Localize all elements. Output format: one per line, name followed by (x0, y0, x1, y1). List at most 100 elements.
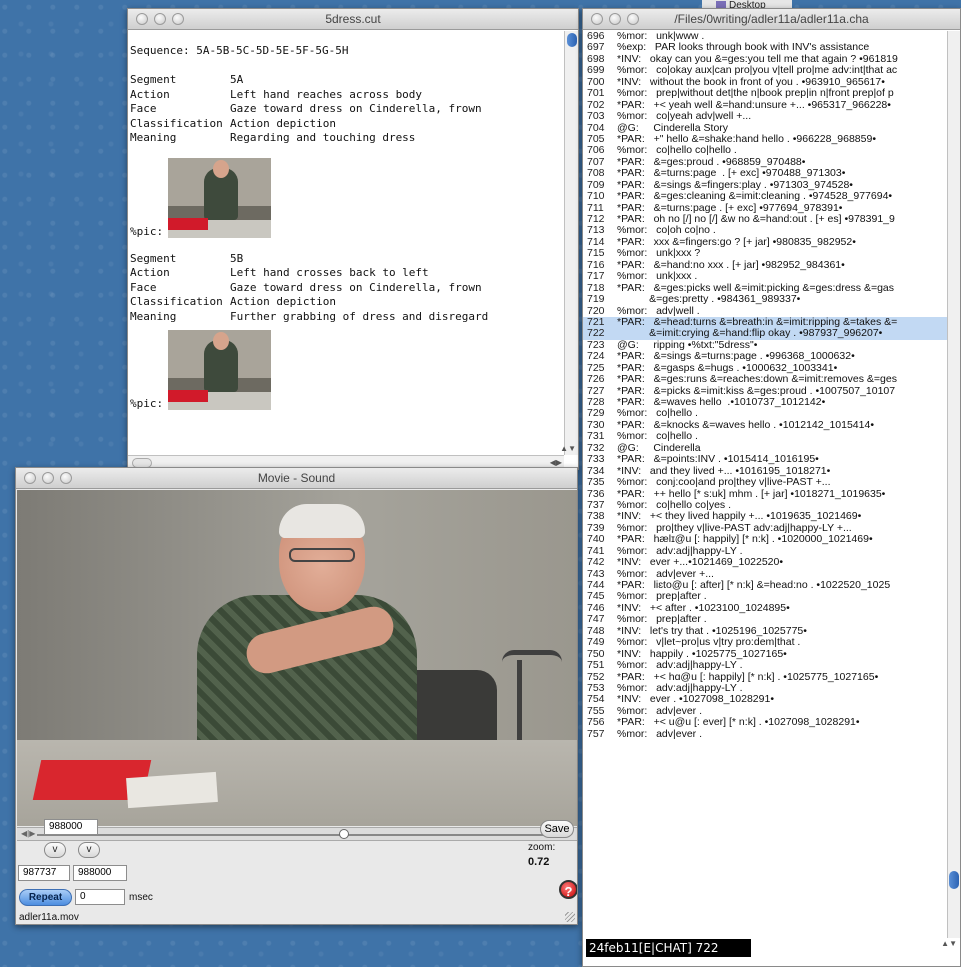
pic-label: %pic: (130, 397, 164, 410)
scroll-down-icon[interactable]: ▲▼ (941, 939, 957, 948)
scroll-arrows-icon[interactable]: ▲▼ (560, 444, 576, 453)
video-frame[interactable] (17, 490, 577, 826)
action-row: Action Left hand reaches across body (130, 87, 423, 101)
video-thumbnail[interactable] (168, 157, 271, 238)
transcript-line[interactable]: 742 *INV: ever +...•1021469_1022520• (583, 556, 947, 569)
step-left-button[interactable]: v (44, 842, 66, 858)
help-icon[interactable]: ? (559, 880, 577, 899)
line-text: *PAR: &=ges:runs &=reaches:down &=imit:r… (617, 373, 897, 386)
current-time-field[interactable]: 988000 (44, 819, 98, 835)
action-row: Action Left hand crosses back to left (130, 266, 429, 279)
face-row: Face Gaze toward dress on Cinderella, fro… (130, 102, 482, 115)
transcript-line[interactable]: 733 *PAR: &=points:INV . •1015414_1016195… (583, 453, 947, 466)
line-number: 751 (587, 659, 605, 672)
scroll-arrows-icon[interactable]: ◀▶ (550, 458, 562, 467)
line-text: *PAR: +< u@u [: ever] [* n:k] . •1027098… (617, 716, 860, 729)
classification-row: Classification Action depiction (130, 116, 336, 130)
transcript-line[interactable]: 719 &=ges:pretty . •984361_989337• (583, 293, 947, 306)
transcript-text-area[interactable]: 696 %mor: unk|www . 697 %exp: PAR looks thr… (583, 31, 947, 938)
line-text: *PAR: &=sings &=turns:page . •996368_100… (617, 350, 855, 363)
line-text: *PAR: &=points:INV . •1015414_1016195• (617, 453, 819, 466)
seek-knob[interactable] (339, 829, 349, 839)
line-number: 710 (587, 190, 605, 203)
line-text: &=ges:pretty . •984361_989337• (617, 293, 801, 306)
window-titlebar[interactable]: /Files/0writing/adler11a/adler11a.cha (583, 9, 960, 30)
end-time-field[interactable]: 988000 (73, 865, 127, 881)
line-text: %mor: conj:coo|and pro|they v|live-PAST … (617, 476, 831, 489)
movie-window: Movie - Sound ◀|▶ ◀|▶ 988000 v v 987737 … (15, 467, 578, 925)
line-text: %mor: adv:adj|happy-LY . (617, 659, 743, 672)
line-text: *PAR: hælɪ@u [: happily] [* n:k] . •1020… (617, 533, 873, 546)
transcript-line[interactable]: 703 %mor: co|yeah adv|well +... (583, 110, 947, 123)
cut-text-area[interactable]: Sequence: 5A-5B-5C-5D-5E-5F-5G-5H Segmen… (128, 31, 564, 455)
window-titlebar[interactable]: Movie - Sound (16, 468, 577, 489)
status-bar: 24feb11[E|CHAT] 722 (586, 939, 751, 957)
transcript-line[interactable]: 710 *PAR: &=ges:cleaning &=imit:cleaning … (583, 190, 947, 203)
transcript-line[interactable]: 751 %mor: adv:adj|happy-LY . (583, 659, 947, 672)
close-button[interactable] (24, 472, 36, 484)
transcript-line[interactable]: 757 %mor: adv|ever . (583, 727, 947, 740)
meaning-row: Meaning Further grabbing of dress and dis… (130, 309, 489, 323)
line-number: 726 (587, 373, 605, 386)
window-title: 5dress.cut (325, 12, 381, 26)
line-number: 733 (587, 453, 605, 466)
transcript-line[interactable]: 701 %mor: prep|without det|the n|book pre… (583, 87, 947, 100)
transcript-line[interactable]: 740 *PAR: hælɪ@u [: happily] [* n:k] . •1… (583, 533, 947, 546)
line-number: 742 (587, 556, 605, 569)
line-number: 735 (587, 476, 605, 489)
vertical-scrollbar[interactable] (947, 31, 960, 938)
minimize-button[interactable] (42, 472, 54, 484)
msec-field[interactable]: 0 (75, 889, 125, 905)
line-number: 749 (587, 636, 605, 649)
line-number: 724 (587, 350, 605, 363)
window-title: /Files/0writing/adler11a/adler11a.cha (674, 12, 869, 26)
close-button[interactable] (136, 13, 148, 25)
repeat-button[interactable]: Repeat (19, 889, 72, 906)
line-number: 756 (587, 716, 605, 729)
transcript-line[interactable]: 717 %mor: unk|xxx . (583, 270, 947, 283)
pic-label: %pic: (130, 224, 164, 238)
close-button[interactable] (591, 13, 603, 25)
transcript-line[interactable]: 726 *PAR: &=ges:runs &=reaches:down &=imi… (583, 373, 947, 386)
save-button[interactable]: Save (540, 820, 574, 838)
zoom-value: 0.72 (528, 856, 550, 868)
zoom-button[interactable] (172, 13, 184, 25)
line-number: 717 (587, 270, 605, 283)
segment-picture: %pic: (130, 330, 564, 412)
zoom-button[interactable] (627, 13, 639, 25)
line-number: 708 (587, 167, 605, 180)
transcript-line[interactable]: 735 %mor: conj:coo|and pro|they v|live-PA… (583, 476, 947, 489)
line-number: 719 (587, 293, 605, 306)
minimize-button[interactable] (154, 13, 166, 25)
chat-transcript-window: /Files/0writing/adler11a/adler11a.cha 69… (582, 8, 961, 967)
start-time-field[interactable]: 987737 (18, 865, 70, 881)
transcript-line[interactable]: 708 *PAR: &=turns:page . [+ exc] •970488_… (583, 167, 947, 180)
resize-grip-icon[interactable] (565, 912, 575, 922)
window-titlebar[interactable]: 5dress.cut (128, 9, 578, 30)
transcript-line[interactable]: 756 *PAR: +< u@u [: ever] [* n:k] . •1027… (583, 716, 947, 729)
step-back-icon[interactable]: ◀|▶ (21, 828, 35, 840)
seek-slider[interactable]: ◀|▶ ◀|▶ (17, 827, 577, 841)
scroll-thumb[interactable] (567, 33, 577, 47)
line-number: 757 (587, 727, 605, 740)
line-text: %mor: adv|ever . (617, 727, 703, 740)
zoom-button[interactable] (60, 472, 72, 484)
video-thumbnail[interactable] (168, 330, 271, 410)
line-text: *PAR: &=turns:page . [+ exc] •970488_971… (617, 167, 846, 180)
cut-file-window: 5dress.cut Sequence: 5A-5B-5C-5D-5E-5F-5… (127, 8, 579, 470)
sequence-line: Sequence: 5A-5B-5C-5D-5E-5F-5G-5H (130, 44, 349, 57)
face-row: Face Gaze toward dress on Cinderella, fro… (130, 280, 482, 294)
transcript-line[interactable]: 749 %mor: v|let~pro|us v|try pro:dem|that… (583, 636, 947, 649)
vertical-scrollbar[interactable]: ▲▼ (560, 31, 578, 455)
segment-picture: %pic: (130, 157, 564, 240)
line-text: %mor: prep|without det|the n|book prep|i… (617, 87, 894, 100)
line-text: %mor: co|yeah adv|well +... (617, 110, 752, 123)
scroll-thumb[interactable] (949, 871, 959, 889)
zoom-label: zoom: (528, 842, 556, 853)
movie-filename: adler11a.mov (19, 912, 79, 923)
minimize-button[interactable] (609, 13, 621, 25)
transcript-line[interactable]: 724 *PAR: &=sings &=turns:page . •996368_… (583, 350, 947, 363)
step-right-button[interactable]: v (78, 842, 100, 858)
line-text: *INV: ever +...•1021469_1022520• (617, 556, 784, 569)
segment-row: Segment 5B (130, 251, 244, 265)
